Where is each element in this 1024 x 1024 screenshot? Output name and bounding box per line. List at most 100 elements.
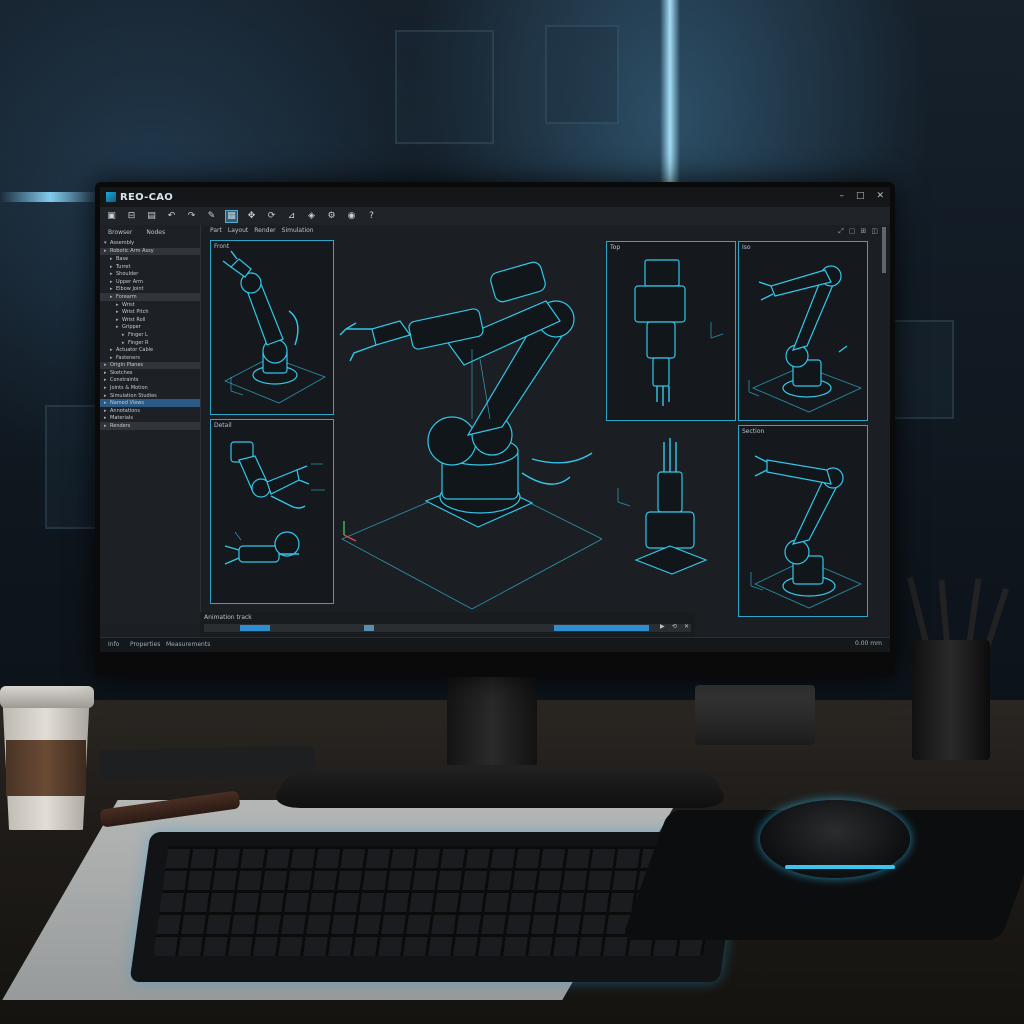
timeline-keyframe-bar[interactable] — [554, 625, 649, 631]
tree-item[interactable]: ▸ Renders — [100, 422, 200, 430]
tree-item[interactable]: ▸ Fasteners — [100, 354, 200, 362]
save-icon[interactable]: ▤ — [146, 211, 157, 222]
grid-icon[interactable]: ⊞ — [861, 227, 867, 236]
tree-item[interactable]: ▸ Finger R — [100, 339, 200, 347]
viewport-main[interactable] — [332, 239, 603, 610]
settings-icon[interactable]: ⚙ — [326, 211, 337, 222]
tree-item[interactable]: ▸ Constraints — [100, 377, 200, 385]
tree-item-label: Joints & Motion — [110, 385, 148, 392]
select-icon[interactable]: ▦ — [225, 209, 238, 223]
camera-icon[interactable]: ◫ — [871, 227, 878, 236]
wall-poster — [545, 25, 619, 124]
timeline-keyframe-bar[interactable] — [240, 625, 270, 631]
move-icon[interactable]: ✥ — [246, 211, 257, 222]
tab-browser[interactable]: Browser — [108, 229, 132, 236]
fit-view-icon[interactable]: ⤢ — [838, 227, 844, 236]
tree-item[interactable]: ▸ Sketches — [100, 369, 200, 377]
toolbar: ▣ ⊟ ▤ ↶ ↷ ✎ ▦ ✥ ⟳ ⊿ ◈ ⚙ ◉ ? — [100, 207, 890, 225]
tree-item-label: Finger R — [128, 339, 149, 346]
status-tab-properties[interactable]: Properties — [130, 641, 160, 648]
minimize-button[interactable]: – — [839, 191, 844, 201]
tab-render[interactable]: Render — [254, 227, 275, 234]
status-bar: Info Properties Measurements 0.00 mm — [100, 637, 890, 652]
measure-icon[interactable]: ⊿ — [286, 211, 297, 222]
wall-poster — [890, 320, 954, 419]
open-icon[interactable]: ⊟ — [126, 211, 137, 222]
tree-item[interactable]: ▸ Wrist — [100, 301, 200, 309]
tab-layout[interactable]: Layout — [228, 227, 248, 234]
tree-item[interactable]: ▸ Joints & Motion — [100, 384, 200, 392]
tree-item[interactable]: ▸ Forearm — [100, 293, 200, 301]
tab-part[interactable]: Part — [210, 227, 222, 234]
maximize-button[interactable]: □ — [856, 191, 865, 201]
led-strip — [0, 192, 100, 202]
cad-application-window: REO-CAO – □ ✕ ▣ ⊟ ▤ ↶ ↷ ✎ ▦ ✥ ⟳ ⊿ ◈ ⚙ ◉ … — [100, 187, 890, 652]
tree-item[interactable]: ▸ Wrist Roll — [100, 316, 200, 324]
robot-arm-side-wireframe — [617, 438, 708, 575]
coffee-lid — [0, 686, 94, 708]
viewport-label: Iso — [742, 244, 751, 251]
model-browser-panel: Browser Nodes ▾ Assembly ▸ Robotic Arm Ass… — [100, 225, 201, 625]
timeline-close-icon[interactable]: ✕ — [684, 623, 689, 630]
tree-item[interactable]: ▸ Simulation Studies — [100, 392, 200, 400]
tree-item-label: Fasteners — [116, 354, 141, 361]
tree-item[interactable]: ▸ Upper Arm — [100, 278, 200, 286]
close-button[interactable]: ✕ — [876, 191, 884, 201]
pen-holder — [912, 640, 990, 760]
viewport-detail[interactable]: Detail — [210, 419, 334, 604]
tree-item-label: Constraints — [110, 377, 139, 384]
tree-item[interactable]: ▸ Materials — [100, 415, 200, 423]
viewport-iso[interactable]: Iso — [738, 241, 868, 421]
sketch-icon[interactable]: ✎ — [206, 211, 217, 222]
timeline-play-icon[interactable]: ▶ — [660, 623, 665, 630]
robot-arm-main-wireframe — [339, 261, 603, 610]
timeline-track[interactable] — [204, 624, 691, 632]
rotate-icon[interactable]: ⟳ — [266, 211, 277, 222]
tree-item[interactable]: ▸ Actuator Cable — [100, 346, 200, 354]
wall-poster — [395, 30, 494, 144]
vertical-scrollbar[interactable] — [882, 227, 886, 273]
undo-icon[interactable]: ↶ — [166, 211, 177, 222]
tab-nodes[interactable]: Nodes — [146, 229, 165, 236]
tree-item[interactable]: ▸ Turret — [100, 263, 200, 271]
status-tab-info[interactable]: Info — [108, 641, 119, 648]
viewport-label: Section — [742, 428, 765, 435]
new-file-icon[interactable]: ▣ — [106, 211, 117, 222]
tree-item-label: Gripper — [122, 324, 141, 331]
tree-item-label: Wrist Pitch — [122, 309, 149, 316]
viewport-top[interactable]: Top — [606, 241, 736, 421]
tree-item[interactable]: ▸ Annotations — [100, 407, 200, 415]
monitor-stand — [447, 670, 537, 765]
tree-item[interactable]: ▸ Wrist Pitch — [100, 308, 200, 316]
ruler — [99, 746, 316, 780]
tree-item[interactable]: ▸ Origin Planes — [100, 361, 200, 370]
timeline-keyframe-bar[interactable] — [364, 625, 374, 631]
tab-simulation[interactable]: Simulation — [282, 227, 314, 234]
tree-item-label: Renders — [110, 423, 131, 430]
viewport-section[interactable]: Section — [738, 425, 868, 617]
mouse-glow — [785, 865, 895, 869]
coffee-sleeve — [6, 740, 86, 796]
tree-item[interactable]: ▸ Base — [100, 255, 200, 263]
render-icon[interactable]: ◈ — [306, 211, 317, 222]
tree-item-label: Forearm — [116, 293, 137, 300]
viewport-front[interactable]: Front — [210, 240, 334, 415]
tree-item-label: Base — [116, 255, 129, 262]
status-tab-measurements[interactable]: Measurements — [166, 641, 210, 648]
tree-item[interactable]: ▸ Robotic Arm Assy — [100, 247, 200, 256]
tree-item[interactable]: ▸ Named Views — [100, 399, 200, 408]
viewport-label: Front — [214, 243, 230, 250]
help-icon[interactable]: ? — [366, 211, 377, 222]
layout-icon[interactable]: ▢ — [849, 227, 856, 236]
timeline-loop-icon[interactable]: ⟲ — [672, 623, 677, 630]
tree-item[interactable]: ▸ Elbow Joint — [100, 286, 200, 294]
tree-item[interactable]: ▸ Gripper — [100, 324, 200, 332]
tree-item[interactable]: ▸ Finger L — [100, 331, 200, 339]
wall-picture — [45, 405, 99, 529]
redo-icon[interactable]: ↷ — [186, 211, 197, 222]
view-icon[interactable]: ◉ — [346, 211, 357, 222]
tree-header: ▾ Assembly — [104, 239, 135, 246]
tree-item[interactable]: ▸ Shoulder — [100, 270, 200, 278]
tree-item-label: Upper Arm — [116, 278, 143, 285]
tree-item-label: Turret — [116, 263, 131, 270]
